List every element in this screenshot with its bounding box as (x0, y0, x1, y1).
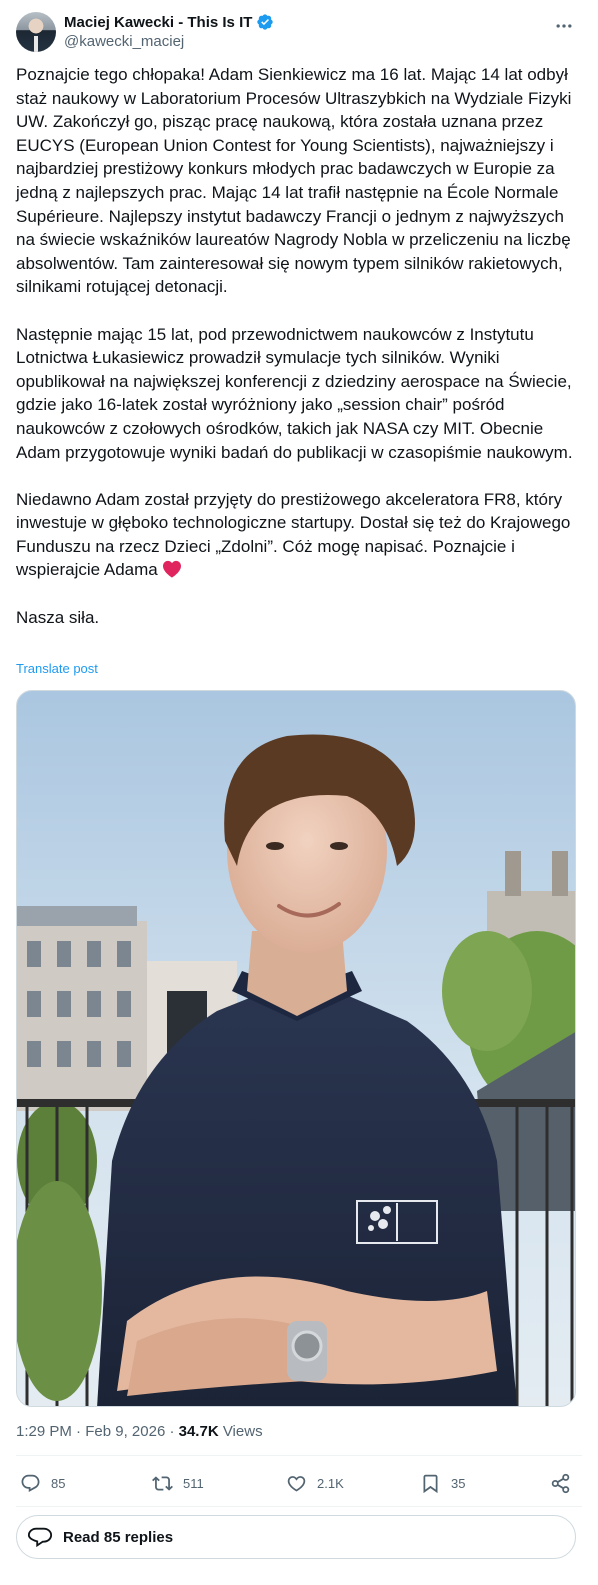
reply-button[interactable]: 85 (20, 1466, 65, 1500)
avatar[interactable] (16, 12, 56, 52)
repost-count: 511 (183, 1475, 204, 1491)
post-meta: 1:29 PM · Feb 9, 2026 · 34.7K Views (16, 1423, 263, 1440)
reply-count: 85 (51, 1475, 66, 1491)
views-count: 34.7K (178, 1423, 219, 1440)
post-header: Maciej Kawecki - This Is IT @kawecki_mac… (16, 10, 582, 56)
replies-bubble-icon (27, 1527, 53, 1548)
translate-post-link[interactable]: Translate post (16, 661, 98, 676)
repost-icon (152, 1475, 173, 1491)
like-count: 2.1K (317, 1475, 344, 1491)
repost-button[interactable]: 511 (152, 1466, 204, 1500)
post-paragraph-2: Następnie mając 15 lat, pod przewodnictw… (16, 324, 573, 462)
author-handle[interactable]: @kawecki_maciej (64, 33, 274, 50)
read-replies-button[interactable]: Read 85 replies (16, 1515, 576, 1559)
share-icon (551, 1473, 570, 1493)
photo-illustration (17, 691, 575, 1406)
like-button[interactable]: 2.1K (286, 1466, 344, 1500)
post-text: Poznajcie tego chłopaka! Adam Sienkiewic… (16, 63, 582, 629)
post-paragraph-1: Poznajcie tego chłopaka! Adam Sienkiewic… (16, 65, 572, 297)
post-date[interactable]: Feb 9, 2026 (85, 1423, 165, 1440)
post: Maciej Kawecki - This Is IT @kawecki_mac… (0, 0, 598, 1585)
divider (16, 1455, 582, 1456)
post-paragraph-3: Niedawno Adam został przyjęty do prestiż… (16, 489, 571, 580)
author-display-name[interactable]: Maciej Kawecki - This Is IT (64, 14, 252, 31)
more-options-icon[interactable] (552, 14, 576, 38)
author-names: Maciej Kawecki - This Is IT @kawecki_mac… (64, 12, 274, 50)
share-button[interactable] (550, 1466, 571, 1500)
read-replies-label: Read 85 replies (63, 1528, 174, 1546)
views-label: Views (222, 1423, 263, 1440)
action-bar: 85 511 2.1K 35 (16, 1466, 582, 1500)
post-paragraph-4: Nasza siła. (16, 607, 100, 627)
bookmark-icon (423, 1474, 438, 1493)
reply-icon (21, 1474, 40, 1492)
bookmark-count: 35 (451, 1475, 466, 1491)
red-heart-emoji-icon (163, 561, 182, 579)
post-photo[interactable] (16, 690, 576, 1407)
post-time[interactable]: 1:29 PM (16, 1423, 72, 1440)
heart-icon (287, 1475, 306, 1492)
divider (16, 1506, 582, 1507)
verified-badge-icon (257, 14, 274, 30)
bookmark-button[interactable]: 35 (420, 1466, 465, 1500)
